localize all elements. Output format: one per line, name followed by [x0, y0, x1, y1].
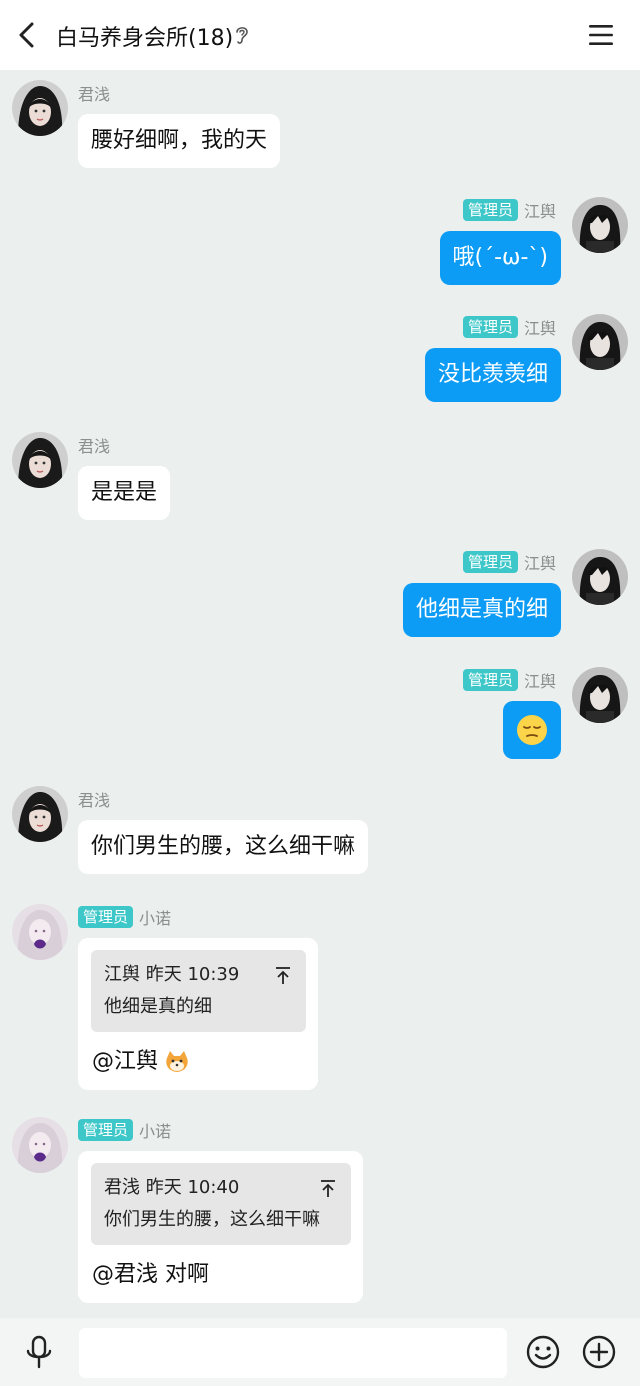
- smiley-icon[interactable]: [525, 1334, 561, 1370]
- jump-to-top-icon[interactable]: [274, 965, 292, 985]
- reply-text: @君浅 对啊: [92, 1262, 209, 1287]
- admin-badge: 管理员: [462, 669, 518, 691]
- quoted-message[interactable]: 君浅 昨天 10:40 你们男生的腰，这么细干嘛: [91, 1163, 351, 1245]
- sender-name: 君浅: [78, 791, 111, 810]
- reply-text: @江舆: [92, 1049, 159, 1074]
- back-chevron-icon[interactable]: [10, 16, 46, 54]
- message-bubble[interactable]: 哦(´-ω-`): [439, 231, 561, 285]
- quote-header: 江舆 昨天 10:39: [104, 958, 239, 992]
- quote-author: 君浅: [104, 1177, 140, 1198]
- message-bubble[interactable]: 他细是真的细: [402, 583, 561, 637]
- sender-name: 小诺: [139, 909, 172, 928]
- message-bubble[interactable]: 是是是: [78, 466, 171, 520]
- sender-name: 君浅: [78, 437, 111, 456]
- sender-name: 小诺: [139, 1122, 172, 1141]
- avatar[interactable]: [12, 432, 68, 488]
- avatar[interactable]: [572, 549, 628, 605]
- sender-row: 管理员 江舆: [462, 316, 556, 338]
- message-item: 管理员 江舆 他细是真的细: [0, 539, 640, 649]
- message-bubble[interactable]: 腰好细啊，我的天: [78, 114, 281, 168]
- avatar[interactable]: [12, 786, 68, 842]
- sender-name: 江舆: [523, 672, 556, 691]
- sender-row: 管理员 江舆: [462, 669, 556, 691]
- reply-text-row: @江舆: [91, 1046, 306, 1078]
- avatar[interactable]: [12, 80, 68, 136]
- admin-badge: 管理员: [462, 199, 518, 221]
- message-bubble[interactable]: 你们男生的腰，这么细干嘛: [78, 820, 369, 874]
- quoted-message[interactable]: 江舆 昨天 10:39 他细是真的细: [91, 950, 306, 1032]
- sender-row: 管理员 小诺: [78, 906, 171, 928]
- avatar[interactable]: [12, 1117, 68, 1173]
- sender-name: 江舆: [523, 202, 556, 221]
- message-bubble[interactable]: [503, 701, 561, 759]
- message-item: 管理员 江舆 哦(´-ω-`): [0, 187, 640, 297]
- message-item: 管理员 江舆 没比羡羡细: [0, 304, 640, 414]
- avatar[interactable]: [572, 667, 628, 723]
- avatar[interactable]: [572, 314, 628, 370]
- sender-row: 管理员 小诺: [78, 1119, 171, 1141]
- message-item: 管理员 小诺 君浅 昨天 10:40 你们男生的腰，这么细干嘛 @君浅 对啊: [0, 1107, 640, 1317]
- ear-icon: [236, 27, 248, 44]
- message-item: 君浅 是是是: [0, 422, 640, 532]
- quote-time: 昨天 10:39: [145, 964, 240, 985]
- reply-text-row: @君浅 对啊: [91, 1259, 351, 1291]
- message-bubble[interactable]: 没比羡羡细: [424, 348, 561, 402]
- quote-header: 君浅 昨天 10:40: [104, 1171, 239, 1205]
- quote-text: 他细是真的细: [104, 996, 212, 1017]
- message-item: 管理员 江舆: [0, 657, 640, 767]
- hamburger-menu-icon[interactable]: [586, 20, 616, 50]
- quote-author: 江舆: [104, 964, 140, 985]
- sender-name: 江舆: [523, 319, 556, 338]
- jump-to-top-icon[interactable]: [319, 1178, 337, 1198]
- admin-badge: 管理员: [78, 906, 134, 928]
- input-bar: [0, 1318, 640, 1386]
- quote-time: 昨天 10:40: [145, 1177, 240, 1198]
- admin-badge: 管理员: [78, 1119, 134, 1141]
- message-input[interactable]: [79, 1328, 507, 1378]
- message-item: 管理员 小诺 江舆 昨天 10:39 他细是真的细 @江舆: [0, 894, 640, 1104]
- quote-meta: 君浅 昨天 10:40: [104, 1171, 337, 1205]
- quote-text: 你们男生的腰，这么细干嘛: [104, 1209, 320, 1230]
- avatar[interactable]: [12, 904, 68, 960]
- plus-circle-icon[interactable]: [581, 1334, 617, 1370]
- sender-row: 君浅: [78, 434, 110, 456]
- sender-name: 江舆: [523, 554, 556, 573]
- chat-header: 白马养身会所(18): [0, 0, 640, 70]
- sender-row: 君浅: [78, 788, 110, 810]
- message-item: 君浅 腰好细啊，我的天: [0, 70, 640, 180]
- admin-badge: 管理员: [462, 551, 518, 573]
- sender-name: 君浅: [78, 85, 111, 104]
- reply-bubble[interactable]: 江舆 昨天 10:39 他细是真的细 @江舆: [78, 938, 318, 1090]
- quote-meta: 江舆 昨天 10:39: [104, 958, 292, 992]
- group-title[interactable]: 白马养身会所(18): [56, 20, 233, 52]
- smirk-face-emoji-icon: [517, 715, 547, 745]
- microphone-icon[interactable]: [22, 1334, 56, 1370]
- shiba-dog-emoji-icon: [166, 1051, 188, 1072]
- reply-bubble[interactable]: 君浅 昨天 10:40 你们男生的腰，这么细干嘛 @君浅 对啊: [78, 1151, 363, 1303]
- sender-row: 管理员 江舆: [462, 199, 556, 221]
- admin-badge: 管理员: [462, 316, 518, 338]
- sender-row: 君浅: [78, 82, 110, 104]
- message-list[interactable]: 君浅 腰好细啊，我的天 管理员 江舆 哦(´-ω-`) 管理员 江舆 没比羡羡细…: [0, 70, 640, 1318]
- message-item: 君浅 你们男生的腰，这么细干嘛: [0, 776, 640, 886]
- sender-row: 管理员 江舆: [462, 551, 556, 573]
- avatar[interactable]: [572, 197, 628, 253]
